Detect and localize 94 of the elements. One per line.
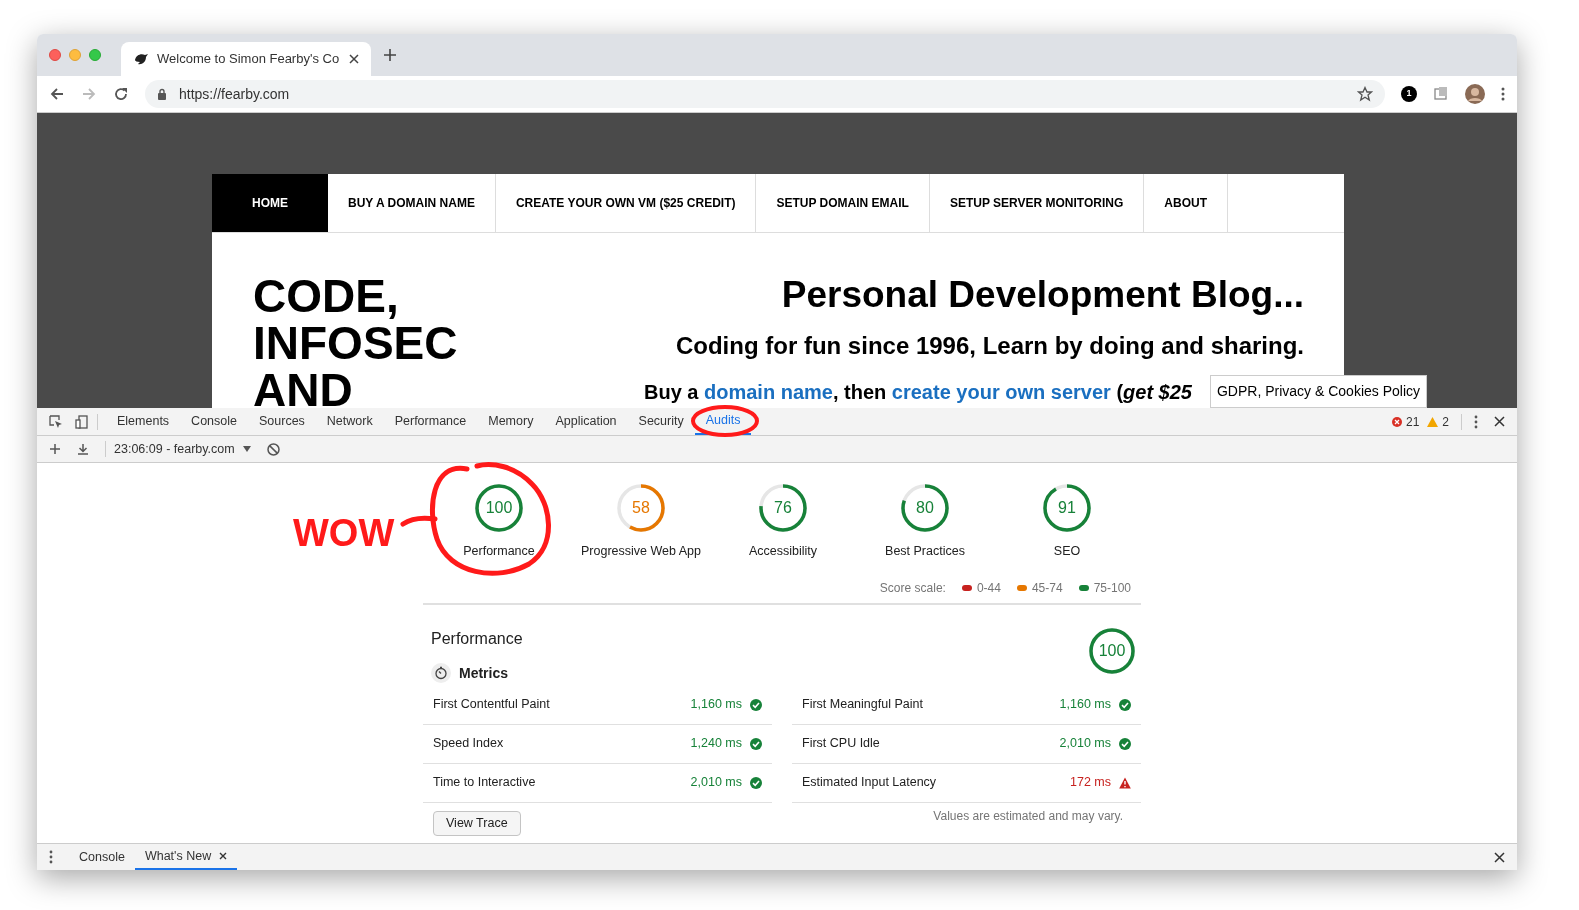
metric-value: 172 ms — [1070, 774, 1111, 792]
devtools-tab[interactable]: Application — [544, 408, 628, 435]
avatar-icon[interactable] — [1465, 84, 1485, 104]
score-ring — [1088, 626, 1136, 675]
address-bar[interactable]: https://fearby.com — [145, 80, 1385, 108]
star-icon[interactable] — [1357, 86, 1373, 102]
score-ring — [758, 483, 808, 533]
download-icon[interactable] — [77, 443, 89, 455]
link[interactable]: create your own server — [891, 381, 1111, 403]
back-arrow-icon[interactable] — [49, 86, 65, 102]
metric-value: 1,160 ms — [690, 696, 742, 714]
category-link[interactable]: Accessibility — [748, 542, 818, 561]
menu-icon[interactable] — [1501, 87, 1505, 101]
caret-icon — [242, 446, 251, 452]
new-tab-icon[interactable] — [383, 48, 397, 62]
reload-icon[interactable] — [113, 86, 129, 102]
devtools-tab[interactable]: Memory — [477, 408, 545, 435]
nav-link[interactable]: HOME — [212, 174, 328, 232]
category-link[interactable]: Progressive Web App — [581, 542, 701, 561]
devtools-tab[interactable]: Elements — [106, 408, 181, 435]
plus-icon[interactable] — [49, 443, 61, 455]
score-ring — [474, 483, 524, 533]
extension-button[interactable]: 1 — [1401, 86, 1417, 102]
metric-name: First Meaningful Paint — [802, 696, 924, 714]
score-ring — [616, 483, 666, 533]
nav-link[interactable]: SETUP DOMAIN EMAIL — [756, 174, 930, 232]
tab-title: Welcome to Simon Fearby's Co — [157, 50, 341, 69]
legend-label: 0-44 — [976, 579, 1001, 597]
score-value: 58 — [632, 500, 650, 516]
metric-name: Time to Interactive — [433, 774, 537, 792]
bird-favicon-icon — [133, 51, 149, 67]
metric-name: Speed Index — [433, 735, 505, 753]
browser-tab[interactable]: Welcome to Simon Fearby's Co — [121, 42, 371, 76]
close-icon[interactable] — [349, 54, 359, 64]
legend-label: 45-74 — [1031, 579, 1063, 597]
error-count[interactable]: 21 — [1405, 412, 1420, 431]
more-options-icon[interactable] — [49, 850, 53, 864]
metric-value: 1,240 ms — [690, 735, 742, 753]
lock-icon — [157, 88, 167, 100]
devtools-tab[interactable]: Sources — [248, 408, 316, 435]
score-ring — [1042, 483, 1092, 533]
score-value: 80 — [916, 500, 934, 516]
metric-name: First CPU Idle — [802, 735, 881, 753]
metric-name: First Contentful Paint — [433, 696, 551, 714]
nav-link[interactable]: ABOUT — [1144, 174, 1228, 232]
annotation-stroke — [400, 515, 438, 527]
clear-icon[interactable] — [266, 442, 280, 456]
report-dropdown[interactable]: 23:06:09 - fearby.com — [114, 439, 251, 459]
score-value: 91 — [1058, 500, 1076, 516]
score-value: 100 — [1098, 642, 1126, 659]
more-options-icon[interactable] — [1474, 414, 1478, 429]
devtools-tab[interactable]: Performance — [383, 408, 478, 435]
annotation-circle — [691, 405, 759, 437]
category-link[interactable]: Best Practices — [885, 542, 965, 561]
device-icon[interactable] — [75, 414, 89, 429]
score-ring — [900, 483, 950, 533]
view-trace-button[interactable]: View Trace — [433, 810, 521, 836]
devtools-tab[interactable]: Console — [180, 408, 248, 435]
annotation-text: WOW — [293, 514, 395, 552]
score-value: 100 — [485, 500, 513, 516]
devtools-tab[interactable]: Security — [627, 408, 695, 435]
metric-name: Estimated Input Latency — [802, 774, 938, 792]
site-logo[interactable]: CODE, INFOSEC AND — [253, 273, 458, 408]
metric-value: 2,010 ms — [690, 774, 742, 792]
site-subtitle: Coding for fun since 1996, Learn by doing and sharing. — [675, 331, 1304, 361]
warning-count[interactable]: 2 — [1442, 412, 1449, 431]
nav-link[interactable]: CREATE YOUR OWN VM ($25 CREDIT) — [495, 174, 757, 232]
drawer-tab[interactable]: What's New — [134, 844, 238, 870]
metric-value: 2,010 ms — [1059, 735, 1111, 753]
drawer-tab[interactable]: Console — [69, 844, 135, 870]
legend-label: 75-100 — [1093, 579, 1131, 597]
close-icon[interactable] — [1494, 416, 1505, 427]
nav-link[interactable]: BUY A DOMAIN NAME — [328, 174, 496, 232]
section-title: Performance — [431, 628, 523, 649]
close-icon[interactable] — [1494, 851, 1505, 863]
devtools-tab[interactable]: Network — [315, 408, 384, 435]
error-icon — [1391, 416, 1402, 427]
close-icon[interactable] — [219, 852, 228, 860]
url-text: https://fearby.com — [179, 84, 291, 104]
nav-link[interactable]: SETUP SERVER MONITORING — [929, 174, 1145, 232]
close-window-button[interactable] — [49, 49, 61, 61]
inspect-icon[interactable] — [49, 414, 63, 429]
metric-value: 1,160 ms — [1059, 696, 1111, 714]
estimate-note: Values are estimated and may vary. — [933, 808, 1124, 826]
metrics-heading: Metrics — [459, 663, 509, 683]
score-scale-label: Score scale: — [879, 579, 946, 597]
category-link[interactable]: SEO — [1053, 542, 1081, 561]
score-value: 76 — [774, 500, 792, 516]
timer-icon — [431, 663, 451, 684]
category-link[interactable]: Performance — [463, 542, 535, 561]
site-title: Personal Development Blog... — [781, 273, 1304, 317]
link[interactable]: domain name — [704, 381, 833, 403]
cookie-policy-link[interactable]: GDPR, Privacy & Cookies Policy — [1210, 375, 1427, 408]
warning-icon — [1427, 416, 1439, 427]
